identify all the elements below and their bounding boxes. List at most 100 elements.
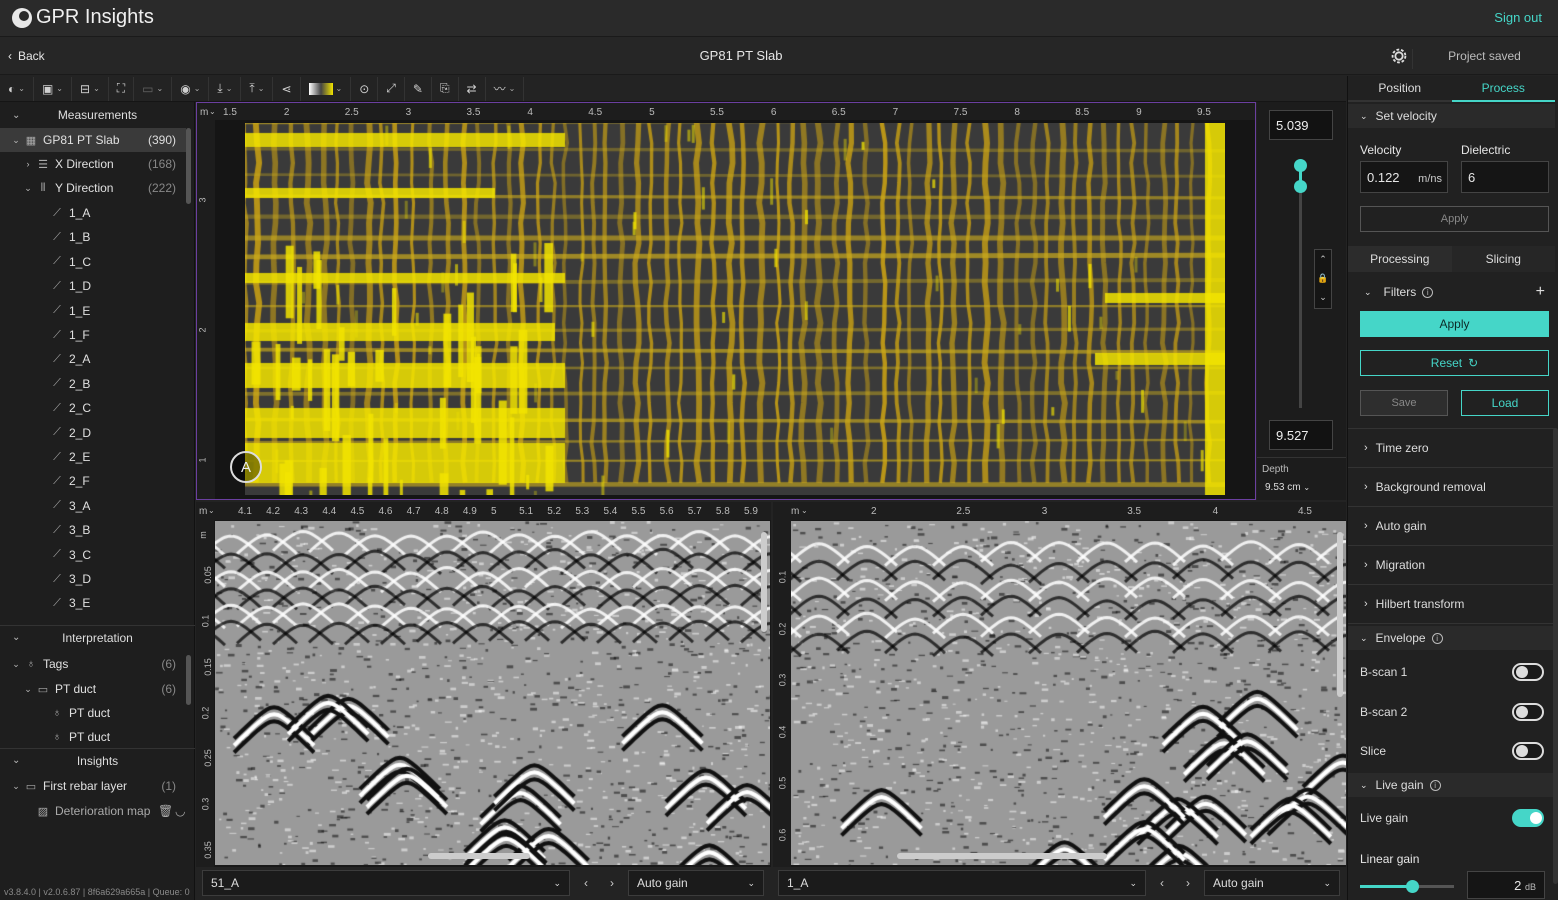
tree-scan-item[interactable]: ⟋ 1_F	[0, 323, 186, 347]
logo-menu-icon[interactable]: ◐ ⌄	[0, 76, 34, 101]
filters-apply-button[interactable]: Apply	[1360, 311, 1549, 337]
tree-project[interactable]: ⌄ ▦ GP81 PT Slab (390)	[0, 128, 186, 152]
bscan1-scan-select[interactable]: 51_A ⌄	[202, 870, 570, 896]
sync-icon[interactable]: ⇄	[459, 76, 486, 101]
envelope-header[interactable]: ⌄ Envelope i	[1348, 626, 1555, 650]
tree-scan-item[interactable]: ⟋ 2_E	[0, 445, 186, 469]
bscan2-envelope-toggle[interactable]	[1512, 703, 1544, 721]
colormap-icon[interactable]: ⌄	[301, 76, 352, 101]
chevron-down-icon[interactable]: ⌄	[208, 506, 215, 515]
dielectric-input[interactable]: 6	[1461, 161, 1549, 193]
bscan-2-image[interactable]	[791, 521, 1346, 865]
tree-scan-item[interactable]: ⟋ 3_B	[0, 518, 186, 542]
tree-scan-item[interactable]: ⟋ 2_A	[0, 347, 186, 371]
add-filter-icon[interactable]: +	[1536, 283, 1545, 301]
previous-scan-button[interactable]: ‹	[1152, 870, 1172, 896]
zoom-icon[interactable]: ⊙	[351, 76, 379, 101]
tree-scan-item[interactable]: ⟋ 1_B	[0, 225, 186, 249]
previous-scan-button[interactable]: ‹	[576, 870, 596, 896]
tree-scan-item[interactable]: ⟋ 1_A	[0, 201, 186, 225]
tree-tags[interactable]: ⌄ ♁ Tags (6)	[0, 652, 186, 676]
section-time-zero[interactable]: › Time zero	[1348, 428, 1555, 467]
tab-position[interactable]: Position	[1348, 76, 1452, 102]
tree-scan-item[interactable]: ⟋ 1_E	[0, 299, 186, 323]
bscan2-scan-select[interactable]: 1_A ⌄	[778, 870, 1146, 896]
chevron-up-icon[interactable]: ⌃	[1315, 250, 1331, 269]
measurements-scrollbar[interactable]	[186, 128, 191, 204]
crop-icon[interactable]: ▭ ⌄	[134, 76, 173, 101]
linear-gain-handle[interactable]	[1405, 880, 1419, 893]
tree-scan-item[interactable]: ⟋ 3_D	[0, 567, 186, 591]
section-background-removal[interactable]: › Background removal	[1348, 467, 1555, 506]
measure-icon[interactable]: ✎	[405, 76, 432, 101]
live-gain-header[interactable]: ⌄ Live gain i	[1348, 773, 1555, 797]
eye-closed-icon[interactable]: ◡	[175, 804, 185, 818]
interpretation-header[interactable]: ⌄ Interpretation	[0, 625, 195, 649]
tree-x-direction[interactable]: › ☰ X Direction (168)	[0, 152, 186, 176]
velocity-apply-button[interactable]: Apply	[1360, 206, 1549, 232]
chart-icon[interactable]: 〰 ⌄	[486, 76, 525, 101]
north-arrow-badge[interactable]: A	[230, 451, 262, 483]
tab-slicing[interactable]: Slicing	[1452, 246, 1556, 272]
measurements-header[interactable]: ⌄ Measurements	[0, 103, 195, 127]
chevron-down-icon[interactable]: ⌄	[801, 506, 808, 515]
tree-scan-item[interactable]: ⟋ 2_B	[0, 372, 186, 396]
depth-range-slider[interactable]	[1299, 162, 1302, 408]
share-icon[interactable]: ⋖	[273, 76, 301, 101]
tree-deterioration-map[interactable]: ▨ Deterioration map 🗑 ◡	[0, 799, 186, 823]
tree-scan-item[interactable]: ⟋ 3_C	[0, 543, 186, 567]
save-filters-button[interactable]: Save	[1360, 390, 1448, 416]
depth-handle-bottom[interactable]	[1294, 180, 1307, 193]
interpretation-scrollbar[interactable]	[186, 655, 191, 705]
bscan-1-view[interactable]: m ⌄ 4.1 4.2 4.3 4.4 4.5 4.6 4.7 4.8 4.9 5 5.1 5.2 5.3…	[196, 502, 771, 867]
chevron-down-icon[interactable]: ⌄	[209, 107, 216, 116]
set-velocity-header[interactable]: ⌄ Set velocity	[1348, 104, 1555, 128]
bscan1-envelope-toggle[interactable]	[1512, 663, 1544, 681]
bscan-1-image[interactable]	[215, 521, 770, 865]
load-filters-button[interactable]: Load	[1461, 390, 1549, 416]
depth-top-input[interactable]: 5.039	[1269, 110, 1333, 140]
next-scan-button[interactable]: ›	[1178, 870, 1198, 896]
tab-process[interactable]: Process	[1451, 76, 1555, 102]
bscan2-gain-select[interactable]: Auto gain ⌄	[1204, 870, 1340, 896]
tree-pt-duct-folder[interactable]: ⌄ ▭ PT duct (6)	[0, 677, 186, 701]
depth-handle-top[interactable]	[1294, 159, 1307, 172]
section-migration[interactable]: › Migration	[1348, 545, 1555, 584]
layout-icon[interactable]: ▣ ⌄	[34, 76, 72, 101]
info-icon[interactable]: i	[1422, 286, 1434, 298]
tree-scan-item[interactable]: ⟋ 2_D	[0, 421, 186, 445]
annotate-icon[interactable]: ⎘	[432, 76, 459, 101]
tree-scan-item[interactable]: ⟋ 1_C	[0, 250, 186, 274]
tree-scan-item[interactable]: ⟋ 3_A	[0, 494, 186, 518]
filters-header[interactable]: ⌄ Filters i +	[1348, 280, 1555, 304]
sign-out-link[interactable]: Sign out	[1494, 10, 1542, 25]
export-icon[interactable]: ⤒ ⌄	[241, 76, 274, 101]
live-gain-toggle[interactable]	[1512, 809, 1544, 827]
tree-scan-item[interactable]: ⟋ 2_F	[0, 469, 186, 493]
section-hilbert-transform[interactable]: › Hilbert transform	[1348, 584, 1555, 623]
info-icon[interactable]: i	[1429, 779, 1441, 791]
next-scan-button[interactable]: ›	[602, 870, 622, 896]
tree-scan-item[interactable]: ⟋ 1_D	[0, 274, 186, 298]
tree-scan-item[interactable]: ⟋ 2_C	[0, 396, 186, 420]
cscan-image[interactable]	[245, 123, 1225, 495]
insights-header[interactable]: ⌄ Insights	[0, 748, 195, 772]
bscan2-horizontal-scrollbar[interactable]	[897, 853, 1107, 859]
eye-icon[interactable]: ◉ ⌄	[172, 76, 210, 101]
chevron-down-icon[interactable]: ⌄	[1315, 288, 1331, 307]
depth-bottom-input[interactable]: 9.527	[1269, 420, 1333, 450]
velocity-input[interactable]: 0.122 m/ns	[1360, 161, 1448, 193]
tab-processing[interactable]: Processing	[1348, 246, 1452, 272]
slice-envelope-toggle[interactable]	[1512, 742, 1544, 760]
depth-value-select[interactable]: 9.53 cm ⌄	[1265, 482, 1310, 493]
bscan1-gain-select[interactable]: Auto gain ⌄	[628, 870, 764, 896]
lock-icon[interactable]: 🔒	[1315, 269, 1331, 288]
settings-gear-icon[interactable]	[1388, 45, 1410, 67]
fullscreen-icon[interactable]: ⤢	[378, 76, 405, 101]
right-panel-scrollbar[interactable]	[1553, 428, 1558, 884]
info-icon[interactable]: i	[1431, 632, 1443, 644]
reset-button[interactable]: Reset ↻	[1360, 350, 1549, 376]
tree-pt-duct-item[interactable]: ♁ PT duct	[0, 725, 186, 749]
bscan1-vertical-scrollbar[interactable]	[761, 532, 767, 632]
section-auto-gain[interactable]: › Auto gain	[1348, 506, 1555, 545]
